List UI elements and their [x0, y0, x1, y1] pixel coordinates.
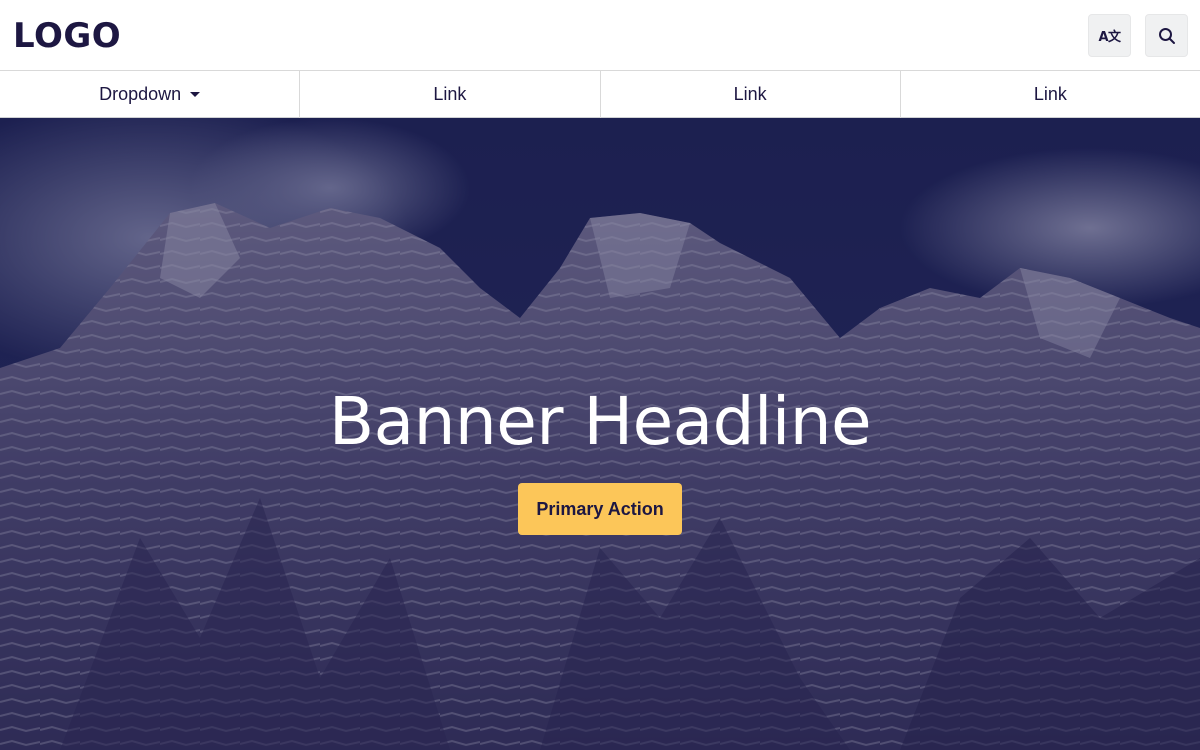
logo[interactable]: LOGO — [13, 14, 121, 58]
caret-down-icon — [190, 92, 201, 97]
nav-link-label: Link — [433, 84, 467, 104]
nav-link-2[interactable]: Link — [601, 71, 901, 118]
nav-link-label: Link — [1033, 84, 1067, 104]
translate-button[interactable]: A文 — [1088, 14, 1131, 57]
nav-link-3[interactable]: Link — [901, 71, 1200, 118]
banner-headline: Banner Headline — [328, 383, 872, 460]
primary-action-button[interactable]: Primary Action — [518, 483, 682, 535]
search-button[interactable] — [1145, 14, 1188, 57]
nav-link-1[interactable]: Link — [300, 71, 601, 118]
search-icon — [1158, 27, 1175, 44]
hero-banner: Banner Headline Primary Action — [0, 118, 1200, 750]
nav-link-label: Link — [733, 84, 767, 104]
nav-dropdown[interactable]: Dropdown — [0, 71, 301, 118]
translate-icon: A文 — [1098, 30, 1121, 45]
nav-dropdown-label: Dropdown — [99, 84, 182, 104]
main-nav: Dropdown Link Link Link — [0, 71, 1200, 118]
site-header: LOGO A文 — [0, 0, 1200, 71]
